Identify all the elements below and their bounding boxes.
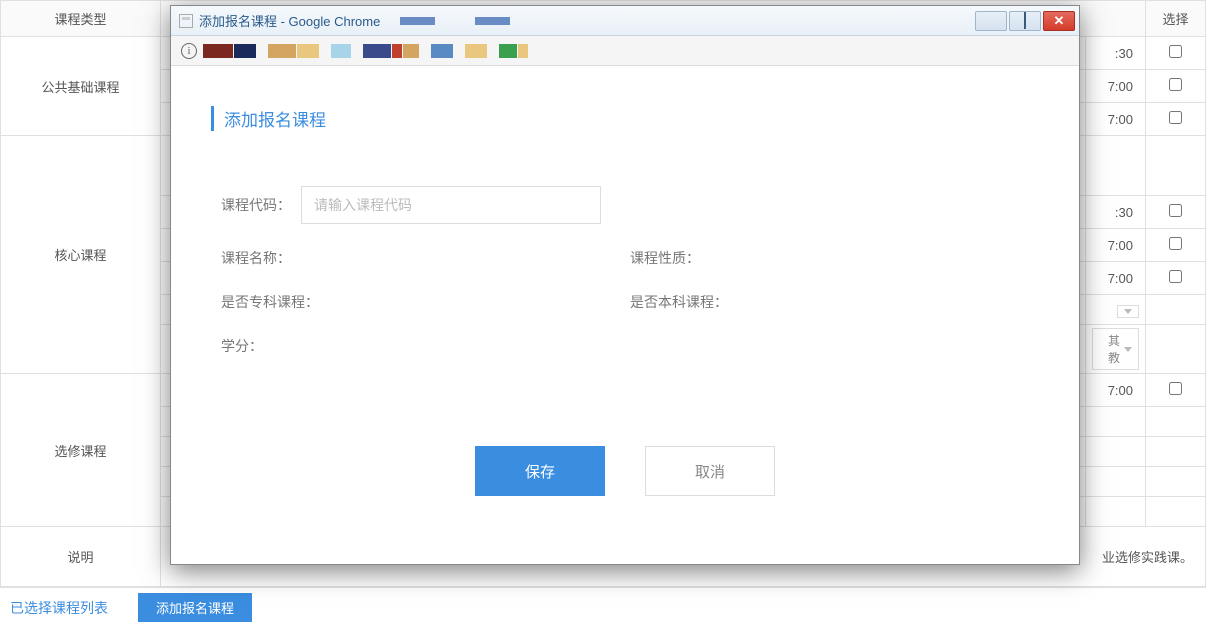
close-icon: ✕ <box>1054 14 1065 27</box>
dialog-window: 添加报名课程 - Google Chrome ✕ i <box>170 5 1080 565</box>
row-checkbox[interactable] <box>1169 270 1182 283</box>
dropdown-partial[interactable] <box>1117 305 1139 318</box>
header-course-type: 课程类型 <box>1 1 161 37</box>
dialog-body: 添加报名课程 课程代码： 课程名称： 课程性质： 是否专科课程： 是否本科课程：… <box>171 66 1079 564</box>
cell-public-basic: 公共基础课程 <box>1 37 161 136</box>
cell-core-course: 核心课程 <box>1 136 161 374</box>
row-checkbox[interactable] <box>1169 382 1182 395</box>
label-course-code: 课程代码： <box>221 195 291 215</box>
chevron-down-icon <box>1124 347 1132 352</box>
selected-courses-link[interactable]: 已选择课程列表 <box>10 598 108 618</box>
maximize-icon <box>1024 13 1026 28</box>
close-button[interactable]: ✕ <box>1043 11 1075 31</box>
url-redacted <box>203 44 528 58</box>
row-checkbox[interactable] <box>1169 111 1182 124</box>
row-checkbox[interactable] <box>1169 45 1182 58</box>
window-titlebar[interactable]: 添加报名课程 - Google Chrome ✕ <box>171 6 1079 36</box>
dialog-actions: 保存 取消 <box>211 446 1039 496</box>
row-checkbox[interactable] <box>1169 204 1182 217</box>
row-checkbox[interactable] <box>1169 237 1182 250</box>
label-benke: 是否本科课程： <box>630 292 728 312</box>
label-course-name: 课程名称： <box>221 248 291 268</box>
course-code-input[interactable] <box>301 186 601 224</box>
maximize-button[interactable] <box>1009 11 1041 31</box>
minimize-button[interactable] <box>975 11 1007 31</box>
cell-time: :30 <box>1086 37 1146 70</box>
address-bar[interactable]: i <box>171 36 1079 66</box>
chevron-down-icon <box>1124 309 1132 314</box>
page-icon <box>179 14 193 28</box>
add-course-button[interactable]: 添加报名课程 <box>138 593 252 622</box>
titlebar-decoration <box>400 17 510 25</box>
row-checkbox[interactable] <box>1169 78 1182 91</box>
label-course-nature: 课程性质： <box>630 248 700 268</box>
cell-time: 7:00 <box>1086 103 1146 136</box>
info-icon[interactable]: i <box>181 43 197 59</box>
label-credit: 学分： <box>221 336 263 356</box>
label-zhuanke: 是否专科课程： <box>221 292 319 312</box>
cell-time: :30 <box>1086 196 1146 229</box>
footer-bar: 已选择课程列表 添加报名课程 <box>0 587 1206 627</box>
form-grid: 课程代码： 课程名称： 课程性质： 是否专科课程： 是否本科课程： 学分： <box>211 186 1039 356</box>
cell-time: 7:00 <box>1086 262 1146 295</box>
window-title: 添加报名课程 - Google Chrome <box>199 11 380 30</box>
cell-time: 7:00 <box>1086 374 1146 407</box>
header-select: 选择 <box>1146 1 1206 37</box>
cell-time: 7:00 <box>1086 229 1146 262</box>
dropdown-partial[interactable]: 其教 <box>1092 328 1139 370</box>
cell-elective: 选修课程 <box>1 374 161 527</box>
cancel-button[interactable]: 取消 <box>645 446 775 496</box>
cell-description: 说明 <box>1 527 161 587</box>
dialog-heading: 添加报名课程 <box>211 106 1039 131</box>
save-button[interactable]: 保存 <box>475 446 605 496</box>
cell-time: 7:00 <box>1086 70 1146 103</box>
